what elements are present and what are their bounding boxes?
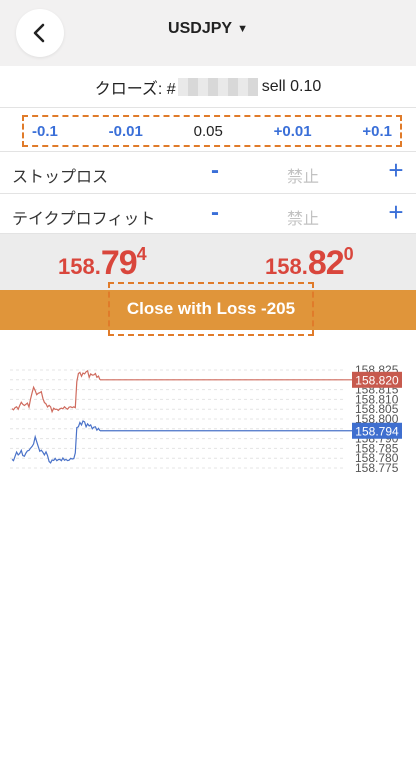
bid-price-big: 158. bbox=[58, 254, 101, 279]
ask-price-fraction: 0 bbox=[343, 244, 354, 264]
take-profit-minus-button[interactable]: - bbox=[206, 199, 224, 227]
quantity-row: -0.1 -0.01 0.05 +0.01 +0.1 bbox=[0, 108, 416, 152]
take-profit-plus-button[interactable]: + bbox=[384, 197, 408, 228]
close-order-suffix: sell 0.10 bbox=[261, 77, 322, 95]
decrease-0.1-button[interactable]: -0.1 bbox=[32, 123, 58, 140]
increase-0.01-button[interactable]: +0.01 bbox=[274, 123, 312, 140]
chart-series-line bbox=[11, 420, 101, 464]
chart-series-line bbox=[11, 369, 101, 414]
close-order-row: クローズ: # sell 0.10 bbox=[0, 66, 416, 108]
take-profit-label: テイクプロフィット bbox=[12, 211, 156, 228]
bid-price: 158.794 bbox=[58, 244, 147, 283]
stop-loss-row: ストップロス - 禁止 + bbox=[0, 152, 416, 194]
stop-loss-label: ストップロス bbox=[12, 169, 109, 186]
bid-price-pips: 79 bbox=[100, 244, 138, 282]
take-profit-value[interactable]: 禁止 bbox=[270, 205, 336, 229]
ask-price: 158.820 bbox=[265, 244, 354, 283]
bid-price-fraction: 4 bbox=[136, 244, 147, 264]
quantity-stepper: -0.1 -0.01 0.05 +0.01 +0.1 bbox=[22, 115, 402, 147]
stop-loss-value[interactable]: 禁止 bbox=[270, 163, 336, 187]
decrease-0.01-button[interactable]: -0.01 bbox=[109, 123, 143, 140]
dropdown-caret-icon: ▼ bbox=[237, 23, 248, 35]
close-button-label: Close with Loss -205 bbox=[126, 299, 296, 318]
symbol-selector[interactable]: USDJPY ▼ bbox=[0, 20, 416, 38]
price-chart: 158.825158.820158.815158.810158.805158.8… bbox=[10, 363, 402, 475]
chart-current-price-label: 158.820 bbox=[355, 373, 399, 387]
close-with-loss-button[interactable]: Close with Loss -205 bbox=[108, 282, 314, 336]
take-profit-row: テイクプロフィット - 禁止 + bbox=[0, 194, 416, 234]
ask-price-pips: 82 bbox=[307, 244, 345, 282]
quantity-value: 0.05 bbox=[193, 122, 223, 140]
masked-order-id bbox=[177, 77, 258, 96]
close-order-prefix: クローズ: # bbox=[94, 80, 176, 98]
stop-loss-minus-button[interactable]: - bbox=[206, 157, 224, 185]
symbol-title: USDJPY bbox=[168, 20, 233, 37]
chart-current-price-label: 158.794 bbox=[355, 424, 399, 438]
stop-loss-plus-button[interactable]: + bbox=[384, 155, 408, 186]
ask-price-big: 158. bbox=[265, 254, 308, 279]
increase-0.1-button[interactable]: +0.1 bbox=[362, 123, 392, 140]
header-bar: USDJPY ▼ bbox=[0, 0, 416, 66]
chart-tick-label: 158.775 bbox=[355, 461, 399, 475]
